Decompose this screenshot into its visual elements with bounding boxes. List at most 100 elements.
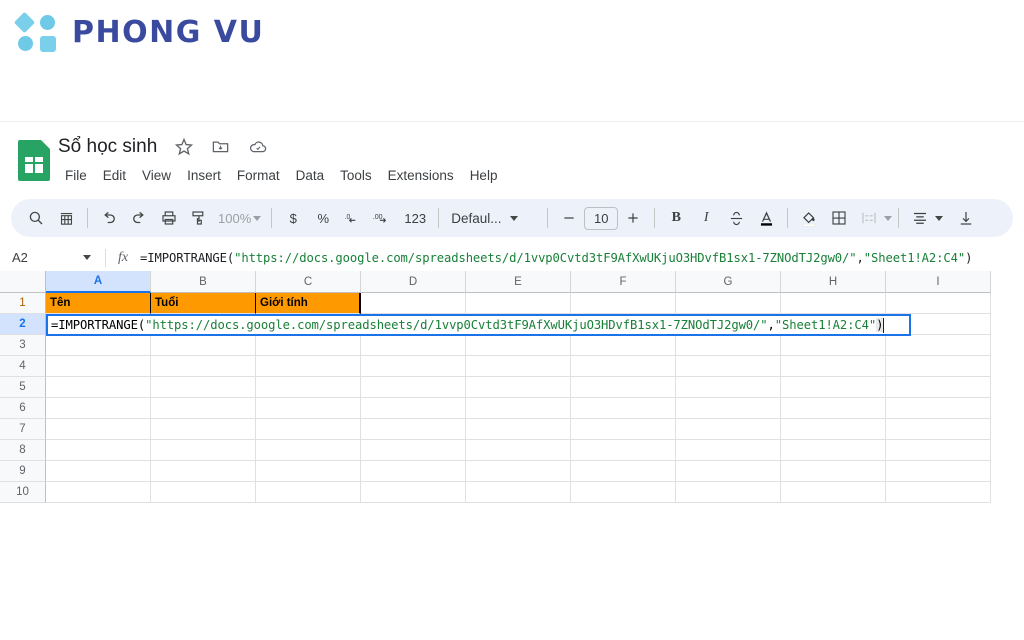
cell-i3[interactable] <box>886 335 991 356</box>
star-icon[interactable] <box>174 137 194 157</box>
row-header-2[interactable]: 2 <box>0 314 46 335</box>
column-header-g[interactable]: G <box>676 271 781 293</box>
cell-i10[interactable] <box>886 482 991 503</box>
cell-c7[interactable] <box>256 419 361 440</box>
cell-g7[interactable] <box>676 419 781 440</box>
row-header-8[interactable]: 8 <box>0 440 46 461</box>
vertical-align-icon[interactable] <box>951 203 981 233</box>
name-box[interactable]: A2 <box>0 244 105 271</box>
zoom-selector[interactable]: 100% <box>214 211 265 226</box>
font-family-selector[interactable]: Defaul... <box>445 211 541 226</box>
cell-f1[interactable] <box>571 293 676 314</box>
column-header-a[interactable]: A <box>46 271 151 293</box>
cell-e8[interactable] <box>466 440 571 461</box>
cell-d7[interactable] <box>361 419 466 440</box>
row-header-3[interactable]: 3 <box>0 335 46 356</box>
cell-a9[interactable] <box>46 461 151 482</box>
cell-d4[interactable] <box>361 356 466 377</box>
cell-a1[interactable]: Tên <box>46 293 151 314</box>
search-icon[interactable] <box>21 203 51 233</box>
move-folder-icon[interactable] <box>211 137 231 157</box>
paint-format-icon[interactable] <box>184 203 214 233</box>
cell-b1[interactable]: Tuổi <box>151 293 256 314</box>
cell-i6[interactable] <box>886 398 991 419</box>
cell-b8[interactable] <box>151 440 256 461</box>
borders-icon[interactable] <box>824 203 854 233</box>
cell-a10[interactable] <box>46 482 151 503</box>
cell-e1[interactable] <box>466 293 571 314</box>
column-header-i[interactable]: I <box>886 271 991 293</box>
cell-h3[interactable] <box>781 335 886 356</box>
cell-b10[interactable] <box>151 482 256 503</box>
cell-g4[interactable] <box>676 356 781 377</box>
redo-icon[interactable] <box>124 203 154 233</box>
cell-h6[interactable] <box>781 398 886 419</box>
cell-e4[interactable] <box>466 356 571 377</box>
select-all-corner[interactable] <box>0 271 46 293</box>
menu-format[interactable]: Format <box>229 165 288 186</box>
cell-h1[interactable] <box>781 293 886 314</box>
cell-b9[interactable] <box>151 461 256 482</box>
cell-g5[interactable] <box>676 377 781 398</box>
cell-h7[interactable] <box>781 419 886 440</box>
cell-g1[interactable] <box>676 293 781 314</box>
cell-a4[interactable] <box>46 356 151 377</box>
cell-d8[interactable] <box>361 440 466 461</box>
cell-e6[interactable] <box>466 398 571 419</box>
bold-button[interactable]: B <box>661 203 691 233</box>
cell-b7[interactable] <box>151 419 256 440</box>
cell-h9[interactable] <box>781 461 886 482</box>
row-header-7[interactable]: 7 <box>0 419 46 440</box>
decrease-font-size-button[interactable] <box>554 203 584 233</box>
chevron-down-icon[interactable] <box>935 215 944 221</box>
cell-i4[interactable] <box>886 356 991 377</box>
undo-icon[interactable] <box>94 203 124 233</box>
cell-d9[interactable] <box>361 461 466 482</box>
row-header-9[interactable]: 9 <box>0 461 46 482</box>
menu-help[interactable]: Help <box>462 165 506 186</box>
cell-c6[interactable] <box>256 398 361 419</box>
cell-h8[interactable] <box>781 440 886 461</box>
column-header-b[interactable]: B <box>151 271 256 293</box>
cell-c4[interactable] <box>256 356 361 377</box>
menu-view[interactable]: View <box>134 165 179 186</box>
column-header-e[interactable]: E <box>466 271 571 293</box>
cell-a3[interactable] <box>46 335 151 356</box>
cell-b6[interactable] <box>151 398 256 419</box>
cell-g6[interactable] <box>676 398 781 419</box>
cell-i7[interactable] <box>886 419 991 440</box>
cell-g9[interactable] <box>676 461 781 482</box>
decrease-decimal-button[interactable]: .0 <box>338 203 368 233</box>
merge-cells-icon[interactable] <box>854 203 884 233</box>
row-header-1[interactable]: 1 <box>0 293 46 314</box>
cell-c1[interactable]: Giới tính <box>256 293 361 314</box>
chevron-down-icon[interactable] <box>884 215 893 221</box>
cell-e9[interactable] <box>466 461 571 482</box>
cell-f5[interactable] <box>571 377 676 398</box>
cell-f8[interactable] <box>571 440 676 461</box>
strikethrough-icon[interactable] <box>721 203 751 233</box>
menus-history-icon[interactable] <box>51 203 81 233</box>
cell-b4[interactable] <box>151 356 256 377</box>
cell-d6[interactable] <box>361 398 466 419</box>
cell-c9[interactable] <box>256 461 361 482</box>
fill-color-icon[interactable] <box>794 203 824 233</box>
more-formats-button[interactable]: 123 <box>398 203 432 233</box>
cell-i8[interactable] <box>886 440 991 461</box>
cell-g3[interactable] <box>676 335 781 356</box>
cell-f3[interactable] <box>571 335 676 356</box>
cell-b3[interactable] <box>151 335 256 356</box>
column-header-h[interactable]: H <box>781 271 886 293</box>
text-color-icon[interactable] <box>751 203 781 233</box>
increase-font-size-button[interactable] <box>618 203 648 233</box>
menu-extensions[interactable]: Extensions <box>380 165 462 186</box>
cell-e5[interactable] <box>466 377 571 398</box>
row-header-4[interactable]: 4 <box>0 356 46 377</box>
chevron-down-icon[interactable] <box>83 255 91 260</box>
print-icon[interactable] <box>154 203 184 233</box>
cell-i9[interactable] <box>886 461 991 482</box>
row-header-5[interactable]: 5 <box>0 377 46 398</box>
cell-f7[interactable] <box>571 419 676 440</box>
cell-f6[interactable] <box>571 398 676 419</box>
formula-input[interactable]: =IMPORTRANGE("https://docs.google.com/sp… <box>140 251 972 265</box>
